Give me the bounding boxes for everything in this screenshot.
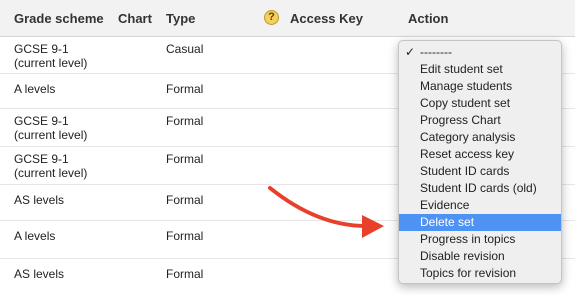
grade-scheme-line: (current level)	[14, 128, 88, 142]
menu-item[interactable]: Progress in topics	[399, 231, 561, 248]
menu-item[interactable]: Student ID cards	[399, 163, 561, 180]
grade-scheme-line: (current level)	[14, 56, 88, 70]
grade-scheme-cell: GCSE 9-1 (current level)	[14, 152, 87, 180]
column-header-grade-scheme[interactable]: Grade scheme	[14, 11, 104, 26]
menu-item-label: Category analysis	[420, 130, 516, 144]
checkmark-icon: ✓	[405, 45, 416, 59]
menu-item-label: Disable revision	[420, 249, 505, 263]
menu-item[interactable]: Copy student set	[399, 95, 561, 112]
menu-item-label: --------	[420, 45, 452, 59]
grade-scheme-line: AS levels	[14, 193, 65, 207]
menu-item[interactable]: Disable revision	[399, 248, 561, 265]
menu-item-label: Student ID cards (old)	[420, 181, 537, 195]
menu-item[interactable]: Category analysis	[399, 129, 561, 146]
grade-scheme-line: A levels	[14, 82, 56, 96]
grade-scheme-cell: AS levels	[14, 267, 64, 281]
menu-item-label: Copy student set	[420, 96, 511, 110]
menu-item-label: Topics for revision	[420, 266, 517, 280]
menu-item[interactable]: Edit student set	[399, 61, 561, 78]
grade-scheme-line: AS levels	[14, 267, 65, 281]
type-cell: Formal	[166, 82, 204, 96]
menu-item-label: Evidence	[420, 198, 470, 212]
type-cell: Formal	[166, 152, 204, 166]
grade-scheme-line: (current level)	[14, 166, 88, 180]
menu-item[interactable]: Reset access key	[399, 146, 561, 163]
menu-item[interactable]: Progress Chart	[399, 112, 561, 129]
column-header-action: Action	[408, 11, 449, 26]
menu-item-label: Progress Chart	[420, 113, 501, 127]
student-sets-page: Grade scheme Chart Type ? Access Key Act…	[0, 0, 575, 295]
type-cell: Casual	[166, 42, 204, 56]
menu-item-label: Reset access key	[420, 147, 515, 161]
menu-item[interactable]: Topics for revision	[399, 265, 561, 282]
menu-item-label: Delete set	[420, 215, 475, 229]
column-header-chart[interactable]: Chart	[118, 11, 152, 26]
grade-scheme-line: GCSE 9-1	[14, 42, 69, 56]
menu-item-label: Student ID cards	[420, 164, 510, 178]
grade-scheme-cell: A levels	[14, 82, 55, 96]
grade-scheme-line: GCSE 9-1	[14, 114, 69, 128]
red-curved-arrow-icon	[268, 186, 384, 238]
menu-item[interactable]: Manage students	[399, 78, 561, 95]
menu-item[interactable]: Evidence	[399, 197, 561, 214]
menu-item-label: Edit student set	[420, 62, 503, 76]
question-mark-icon[interactable]: ?	[264, 10, 279, 25]
type-cell: Formal	[166, 114, 204, 128]
table-header: Grade scheme Chart Type ? Access Key Act…	[0, 0, 575, 37]
grade-scheme-cell: GCSE 9-1 (current level)	[14, 114, 87, 142]
grade-scheme-cell: GCSE 9-1 (current level)	[14, 42, 87, 70]
column-header-access-key[interactable]: Access Key	[290, 11, 363, 26]
action-dropdown-menu[interactable]: ✓ -------- Edit student set Manage students…	[398, 40, 562, 284]
menu-item[interactable]: ✓ --------	[399, 44, 561, 61]
grade-scheme-cell: A levels	[14, 229, 55, 243]
type-cell: Formal	[166, 267, 204, 281]
menu-item-label: Progress in topics	[420, 232, 516, 246]
column-header-type[interactable]: Type	[166, 11, 195, 26]
type-cell: Formal	[166, 229, 204, 243]
grade-scheme-line: GCSE 9-1	[14, 152, 69, 166]
menu-item-label: Manage students	[420, 79, 513, 93]
grade-scheme-cell: AS levels	[14, 193, 64, 207]
type-cell: Formal	[166, 193, 204, 207]
grade-scheme-line: A levels	[14, 229, 56, 243]
menu-item[interactable]: Student ID cards (old)	[399, 180, 561, 197]
menu-item[interactable]: Delete set	[399, 214, 561, 231]
